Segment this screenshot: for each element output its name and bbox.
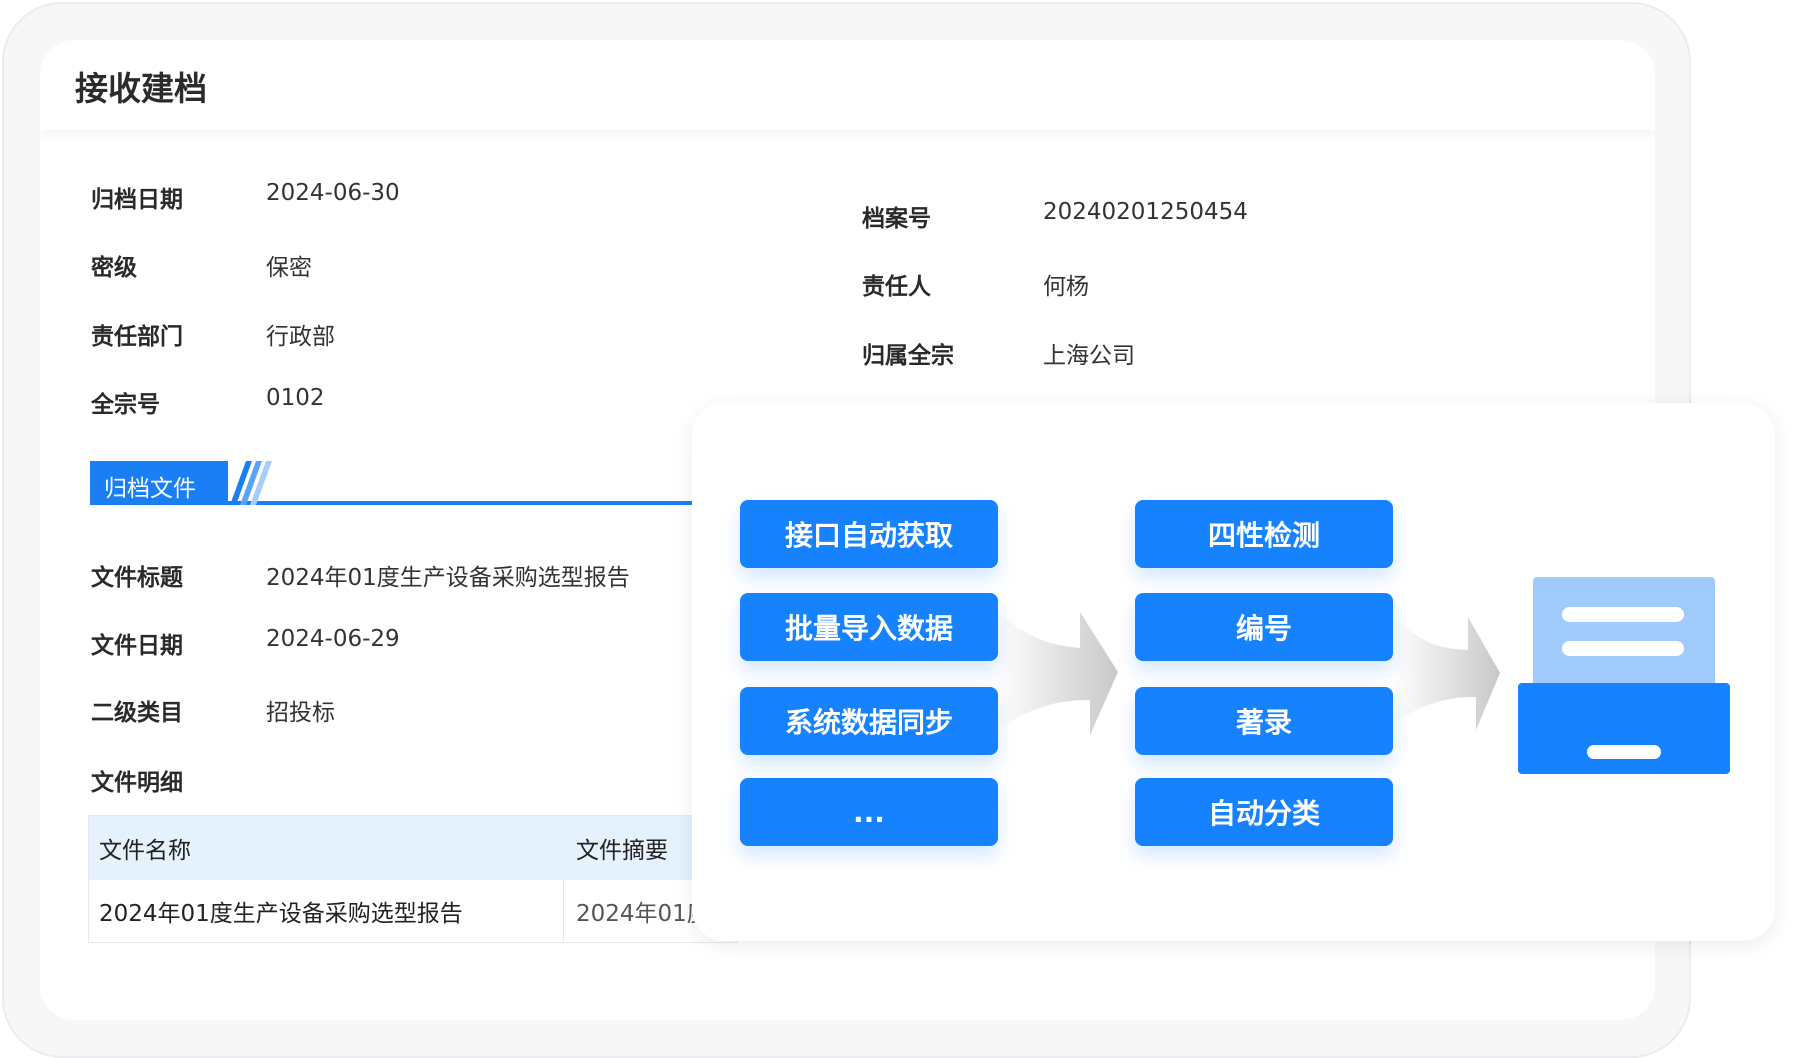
field-label: 责任部门 [91, 324, 183, 350]
field-value: 招投标 [266, 700, 335, 726]
card-header: 接收建档 [40, 40, 1655, 130]
field-label: 责任人 [862, 274, 931, 300]
table-cell: 2024年01度生产设备采购选型报告 [89, 880, 564, 942]
source-button-api[interactable]: 接口自动获取 [740, 500, 998, 568]
field-value: 何杨 [1043, 274, 1089, 300]
source-button-batch-import[interactable]: 批量导入数据 [740, 593, 998, 661]
field-label: 密级 [91, 255, 137, 281]
column-header-name: 文件名称 [99, 838, 191, 864]
field-secret-level: 密级 保密 [91, 248, 312, 282]
field-file-date: 文件日期 2024-06-29 [91, 626, 400, 660]
archive-box-icon [1518, 577, 1730, 774]
field-value: 20240201250454 [1043, 199, 1248, 225]
field-file-title: 文件标题 2024年01度生产设备采购选型报告 [91, 558, 630, 592]
field-value: 上海公司 [1043, 343, 1135, 369]
file-detail-table: 文件名称 文件摘要 2024年01度生产设备采购选型报告 2024年01度 [88, 815, 738, 943]
process-button-classify[interactable]: 自动分类 [1135, 778, 1393, 846]
field-department: 责任部门 行政部 [91, 317, 335, 351]
source-button-system-sync[interactable]: 系统数据同步 [740, 687, 998, 755]
field-fonds: 归属全宗 上海公司 [862, 336, 1135, 370]
field-label: 归档日期 [91, 187, 183, 213]
page-title: 接收建档 [75, 69, 207, 108]
field-label: 二级类目 [91, 700, 183, 726]
field-label: 文件日期 [91, 633, 183, 659]
process-button-numbering[interactable]: 编号 [1135, 593, 1393, 661]
field-label: 档案号 [862, 206, 931, 232]
arrow-right-icon [995, 610, 1118, 735]
section-tab-archive-files[interactable]: 归档文件 [90, 461, 730, 505]
field-archive-no: 档案号 20240201250454 [862, 199, 1248, 233]
field-value: 保密 [266, 255, 312, 281]
table-row[interactable]: 2024年01度生产设备采购选型报告 2024年01度 [89, 880, 737, 942]
process-button-check[interactable]: 四性检测 [1135, 500, 1393, 568]
column-header-summary: 文件摘要 [576, 838, 668, 864]
field-value: 2024-06-29 [266, 626, 400, 652]
field-value: 2024年01度生产设备采购选型报告 [266, 565, 630, 591]
field-fonds-no: 全宗号 0102 [91, 385, 325, 419]
field-label: 归属全宗 [862, 343, 954, 369]
source-button-more[interactable]: ... [740, 778, 998, 846]
field-value: 2024-06-30 [266, 180, 400, 206]
arrow-right-icon [1393, 615, 1500, 730]
process-button-cataloging[interactable]: 著录 [1135, 687, 1393, 755]
field-label: 文件明细 [91, 770, 183, 796]
field-label: 全宗号 [91, 392, 160, 418]
field-value: 行政部 [266, 324, 335, 350]
field-responsible: 责任人 何杨 [862, 267, 1089, 301]
field-category: 二级类目 招投标 [91, 693, 335, 727]
table-header: 文件名称 文件摘要 [89, 816, 737, 880]
field-label: 文件标题 [91, 565, 183, 591]
field-value: 0102 [266, 385, 325, 411]
field-file-detail: 文件明细 [91, 763, 266, 797]
field-archive-date: 归档日期 2024-06-30 [91, 180, 400, 214]
section-tab-label: 归档文件 [90, 461, 228, 505]
table-cell: 2024年01度 [576, 901, 710, 927]
